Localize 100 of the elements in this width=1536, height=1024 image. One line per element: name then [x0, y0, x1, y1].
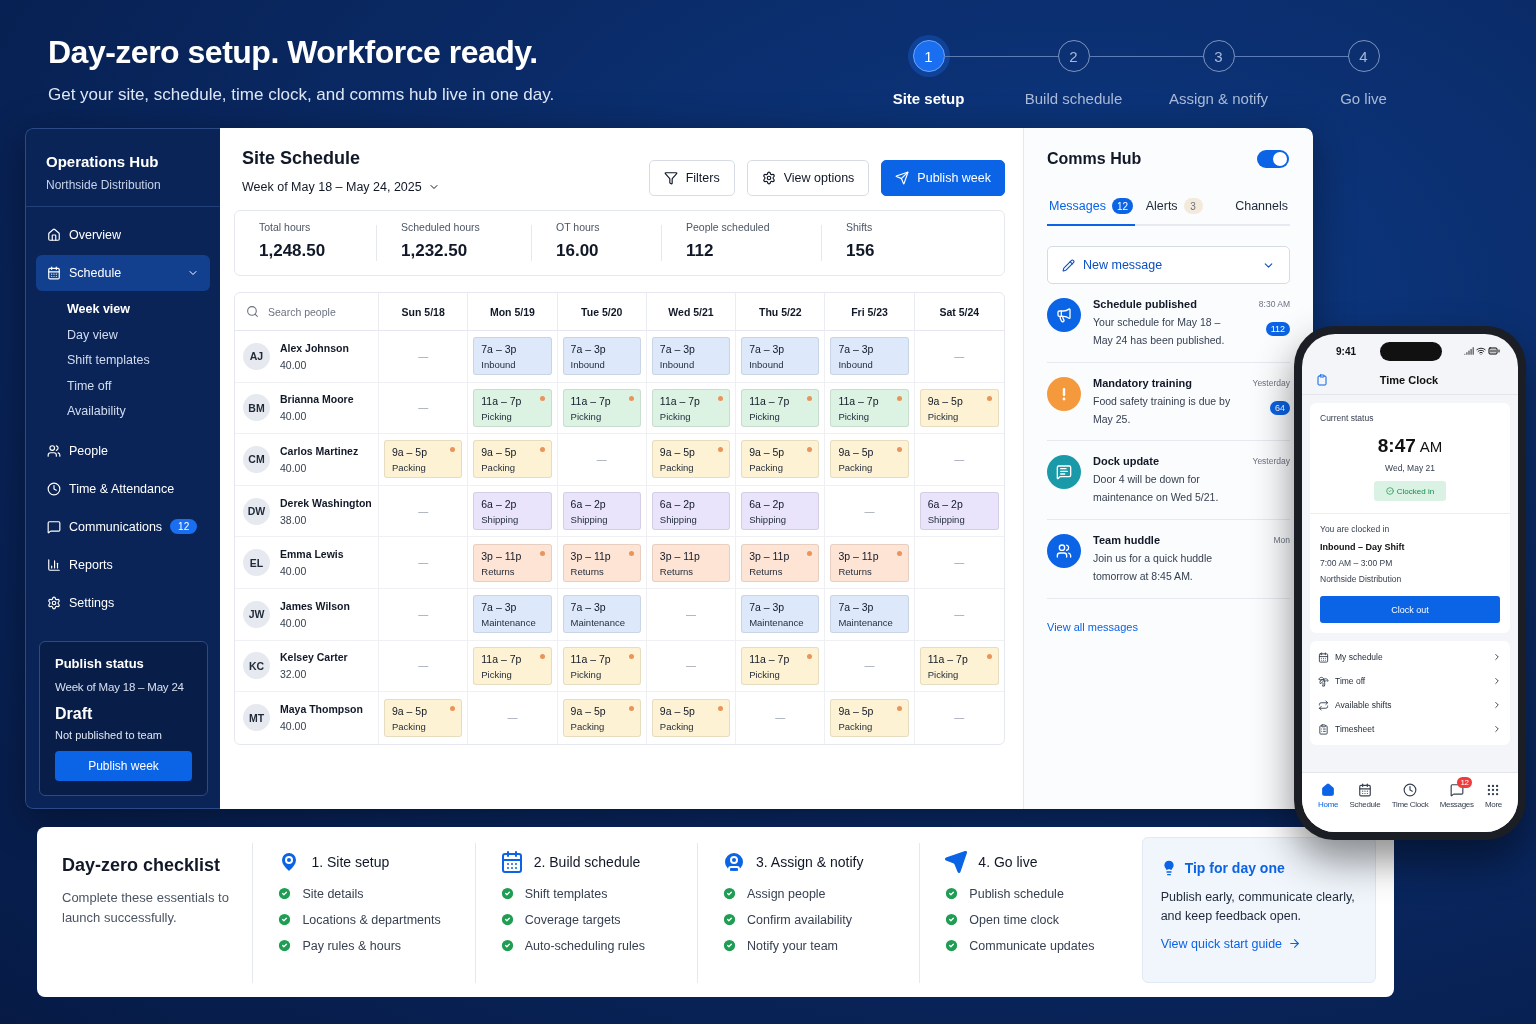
- tab-bar-item[interactable]: Home: [1316, 777, 1341, 811]
- shift-card[interactable]: 11a – 7p Picking: [562, 646, 641, 685]
- avatar: JW: [243, 600, 270, 628]
- nav-item[interactable]: Overview: [36, 217, 210, 253]
- tab-bar-item[interactable]: Time Clock: [1389, 777, 1431, 811]
- shift-card[interactable]: 7a – 3p Inbound: [473, 337, 552, 376]
- nav-item[interactable]: Settings: [36, 584, 210, 621]
- shift-card[interactable]: 3p – 11p Returns: [651, 543, 731, 582]
- nav-subitem[interactable]: Shift templates: [67, 348, 210, 374]
- shift-card[interactable]: 11a – 7p Picking: [562, 388, 641, 427]
- shift-card[interactable]: 7a – 3p Inbound: [830, 337, 909, 376]
- tab[interactable]: Alerts 3: [1143, 198, 1205, 226]
- shift-card[interactable]: 11a – 7p Picking: [741, 388, 820, 427]
- shift-card[interactable]: 11a – 7p Picking: [830, 388, 909, 427]
- shift-card[interactable]: 11a – 7p Picking: [473, 388, 552, 427]
- shift-card[interactable]: 9a – 5p Packing: [384, 440, 463, 479]
- shift-card[interactable]: 11a – 7p Picking: [919, 646, 999, 685]
- shift-card[interactable]: 9a – 5p Packing: [562, 698, 641, 737]
- employee-name: Derek Washington: [280, 496, 372, 509]
- shift-card[interactable]: 9a – 5p Packing: [473, 440, 552, 479]
- shift-card[interactable]: 7a – 3p Maintenance: [473, 595, 552, 634]
- tab[interactable]: Messages 12: [1047, 198, 1136, 226]
- tab-bar-item[interactable]: Schedule: [1347, 777, 1383, 811]
- shift-card[interactable]: 7a – 3p Maintenance: [830, 595, 909, 634]
- shift-card[interactable]: 9a – 5p Packing: [651, 698, 731, 737]
- menu-item[interactable]: My schedule: [1318, 645, 1502, 669]
- message-time: Yesterday: [1252, 377, 1290, 388]
- message-item[interactable]: Mandatory training Yesterday Food safety training is due by May 25. 64: [1047, 362, 1290, 442]
- tab-bar-item[interactable]: Messages 12: [1437, 777, 1476, 811]
- shift-card[interactable]: 3p – 11p Returns: [562, 543, 641, 582]
- shift-card[interactable]: 7a – 3p Inbound: [741, 337, 820, 376]
- shift-card[interactable]: 7a – 3p Inbound: [562, 337, 641, 376]
- message-text: Door 4 will be down for maintenance on Wed 5/21.: [1093, 472, 1220, 506]
- step-label: Site setup: [892, 90, 965, 107]
- nav-item[interactable]: Time & Attendance: [36, 470, 210, 507]
- nav-item[interactable]: Communications 12: [36, 508, 210, 545]
- shift-card[interactable]: 9a – 5p Packing: [830, 440, 909, 479]
- menu-item[interactable]: Available shifts: [1318, 693, 1502, 717]
- shift-card[interactable]: 9a – 5p Packing: [651, 440, 731, 479]
- checklist-item: Notify your team: [747, 938, 839, 953]
- menu-item[interactable]: Timesheet: [1318, 717, 1502, 741]
- message-item[interactable]: Schedule published 8:30 AM Your schedule for May 18 – May 24 has been published. 112: [1047, 284, 1290, 363]
- nav-item[interactable]: Reports: [36, 546, 210, 583]
- publish-week-button[interactable]: Publish week: [55, 750, 192, 781]
- message-time: 8:30 AM: [1258, 299, 1290, 309]
- nav-item[interactable]: Schedule: [36, 255, 210, 291]
- shift-card[interactable]: 6a – 2p Shipping: [562, 492, 641, 531]
- message-item[interactable]: Dock update Yesterday Door 4 will be down for maintenance on Wed 5/21.: [1047, 441, 1290, 521]
- stat-value: 1,232.50: [401, 241, 469, 261]
- clock-out-button[interactable]: Clock out: [1320, 596, 1500, 623]
- status-label: Current status: [1320, 413, 1375, 423]
- nav-subitem[interactable]: Day view: [67, 322, 210, 349]
- shift-card[interactable]: 7a – 3p Maintenance: [562, 595, 641, 634]
- shift-card[interactable]: 9a – 5p Packing: [384, 698, 463, 737]
- shift-card[interactable]: 6a – 2p Shipping: [919, 492, 999, 531]
- shift-card[interactable]: 9a – 5p Packing: [830, 698, 909, 737]
- shift-card[interactable]: 7a – 3p Maintenance: [741, 595, 820, 634]
- view-all-link[interactable]: View all messages: [1047, 620, 1138, 633]
- screen-title: Time Clock: [1378, 374, 1440, 386]
- shift-card[interactable]: 3p – 11p Returns: [741, 543, 820, 582]
- publish-week-button[interactable]: Publish week: [881, 160, 1005, 196]
- quick-start-link[interactable]: View quick start guide: [1160, 936, 1302, 951]
- count-badge: 3: [1183, 198, 1203, 214]
- filters-button[interactable]: Filters: [648, 160, 735, 196]
- shift-card[interactable]: 6a – 2p Shipping: [741, 492, 820, 531]
- shift-card[interactable]: 6a – 2p Shipping: [651, 492, 731, 531]
- nav-subitem[interactable]: Week view: [67, 297, 210, 323]
- shift-card[interactable]: 11a – 7p Picking: [473, 646, 552, 685]
- shift-card[interactable]: 3p – 11p Returns: [830, 543, 909, 582]
- avatar: KC: [243, 652, 270, 680]
- checklist-title: Day-zero checklist: [62, 855, 222, 876]
- step-number[interactable]: 1: [912, 40, 945, 72]
- week-selector[interactable]: Week of May 18 – May 24, 2025: [242, 180, 440, 194]
- empty-dash: —: [418, 660, 429, 672]
- new-message-button[interactable]: New message: [1047, 246, 1290, 284]
- clock-date: Wed, May 21: [1384, 463, 1436, 473]
- toggle-switch[interactable]: [1257, 150, 1289, 168]
- employee-hours: 40.00: [280, 358, 308, 371]
- tab[interactable]: Channels: [1233, 198, 1290, 226]
- message-item[interactable]: Team huddle Mon Join us for a quick huddle tomorrow at 8:45 AM.: [1047, 520, 1290, 599]
- shift-card[interactable]: 9a – 5p Packing: [741, 440, 820, 479]
- shift-card[interactable]: 6a – 2p Shipping: [473, 492, 552, 531]
- employee-name: Carlos Martinez: [280, 445, 359, 457]
- shift-card[interactable]: 3p – 11p Returns: [473, 543, 552, 582]
- nav-subitem[interactable]: Time off: [67, 373, 210, 400]
- nav-subitem[interactable]: Availability: [67, 399, 210, 425]
- menu-item[interactable]: Time off: [1318, 669, 1502, 693]
- page-subtitle: Get your site, schedule, time clock, and comms hub live in one day.: [48, 85, 555, 105]
- shift-card[interactable]: 11a – 7p Picking: [741, 646, 820, 685]
- view-options-button[interactable]: View options: [746, 160, 870, 196]
- calendar-icon: [1318, 651, 1329, 663]
- site-name: Northside Distribution: [46, 178, 162, 192]
- shift-card[interactable]: 9a – 5p Picking: [919, 388, 999, 427]
- nav-item[interactable]: People: [36, 432, 210, 469]
- tab-bar-item[interactable]: More: [1482, 777, 1504, 811]
- shift-card[interactable]: 11a – 7p Picking: [651, 388, 731, 427]
- checklist-item: Site details: [302, 886, 364, 901]
- shift-card[interactable]: 7a – 3p Inbound: [651, 337, 731, 376]
- employee-name: Brianna Moore: [280, 393, 354, 406]
- day-header: Mon 5/19: [468, 293, 558, 331]
